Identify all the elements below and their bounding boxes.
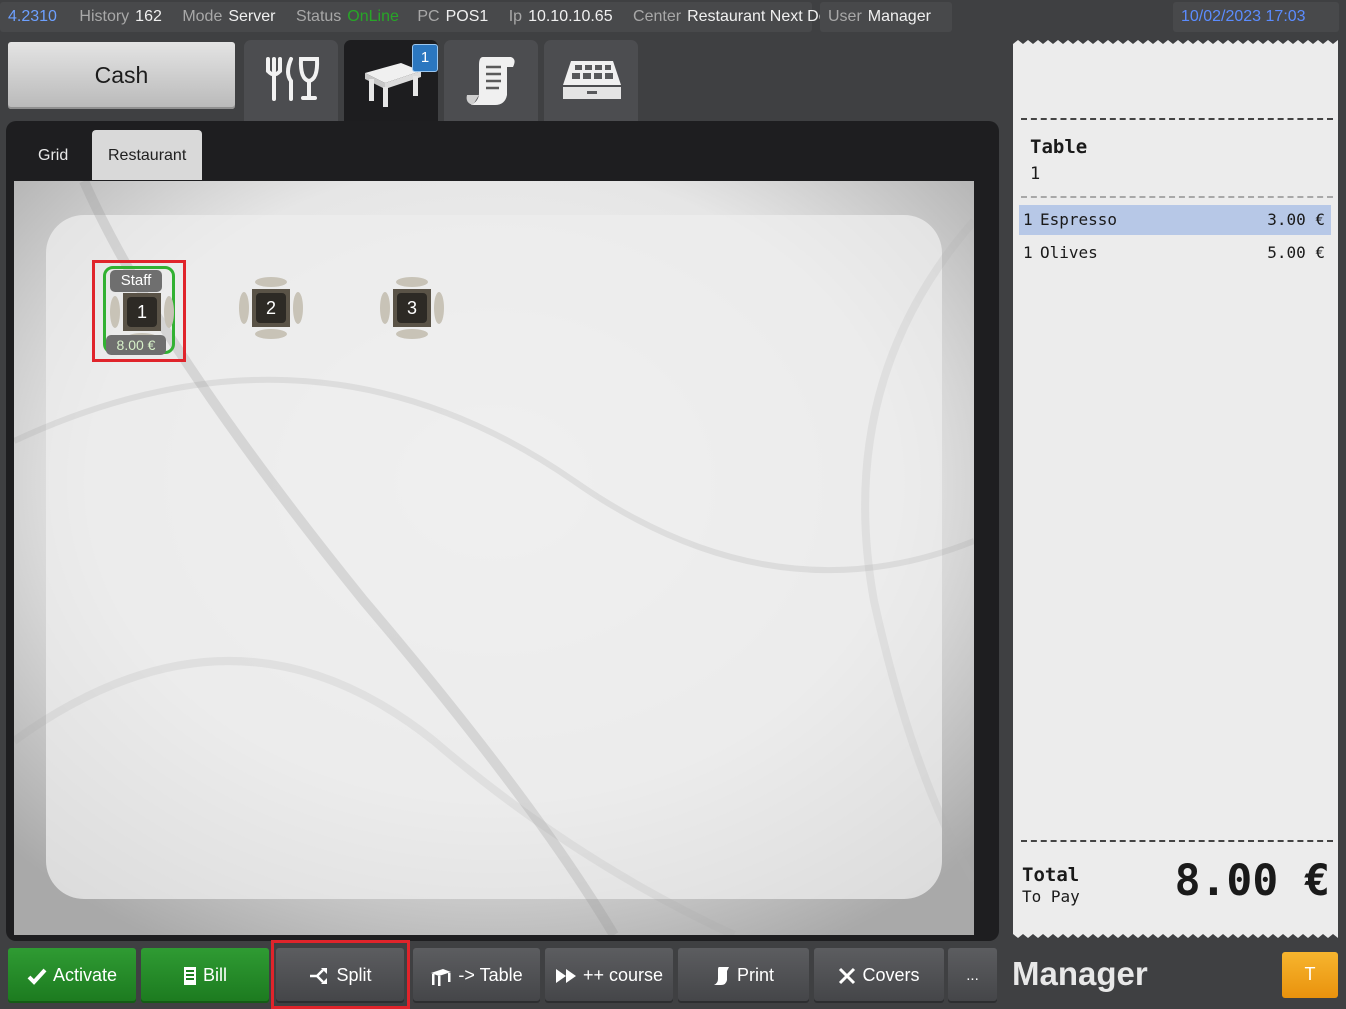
ip-value: 10.10.10.65 <box>528 8 613 25</box>
floor-plan-panel: Grid Restaurant 1 Staff 8.00 € 2 3 <box>6 121 999 941</box>
user-label: User <box>828 8 862 25</box>
item-price: 3.00 € <box>1267 210 1325 229</box>
move-to-table-button[interactable]: -> Table <box>413 948 540 1003</box>
tab-receipts[interactable] <box>444 40 538 122</box>
next-course-button[interactable]: ++ course <box>545 948 673 1003</box>
cash-register-icon <box>563 61 621 99</box>
receipt-scroll-icon <box>466 57 515 105</box>
covers-button[interactable]: Covers <box>814 948 944 1003</box>
history-label: History <box>79 8 130 25</box>
history-value: 162 <box>135 8 162 25</box>
print-label: Print <box>736 965 774 985</box>
receipt-line-item[interactable]: 1 Olives 5.00 € <box>1019 238 1331 268</box>
receipt-divider <box>1021 118 1333 120</box>
move-to-table-label: -> Table <box>458 965 523 985</box>
receipt-top-edge <box>1013 40 1338 48</box>
t-button[interactable]: T <box>1282 952 1338 998</box>
mode-value: Server <box>228 8 276 25</box>
cutlery-glass-icon <box>266 57 320 101</box>
status-user-segment: User Manager <box>820 2 952 32</box>
status-bar: 4.2310 History 162 Mode Server Status OnLin… <box>0 0 1346 36</box>
close-x-icon <box>839 967 856 984</box>
activate-button[interactable]: Activate <box>8 948 136 1003</box>
print-button[interactable]: Print <box>678 948 809 1003</box>
current-user-name: Manager <box>1012 955 1148 992</box>
table-3[interactable]: 3 <box>380 276 444 340</box>
receipt-line-item[interactable]: 1 Espresso 3.00 € <box>1019 205 1331 235</box>
status-label: Status <box>295 8 342 25</box>
status-info-segment: 4.2310 History 162 Mode Server Status OnLin… <box>0 2 842 32</box>
more-button[interactable]: ... <box>948 948 997 1003</box>
bill-button[interactable]: Bill <box>141 948 269 1003</box>
bill-label: Bill <box>202 965 227 985</box>
table-number: 2 <box>265 298 276 318</box>
receipt-bottom-edge <box>1013 930 1338 938</box>
table-1-highlight: 1 Staff 8.00 € <box>92 260 186 362</box>
pc-value: POS1 <box>445 8 489 25</box>
center-label: Center <box>633 8 682 25</box>
table-number: 1 <box>136 302 147 322</box>
tab-tables[interactable]: 1 <box>344 40 438 122</box>
total-label: Total <box>1022 864 1080 886</box>
tab-restaurant[interactable]: Restaurant <box>92 130 203 180</box>
covers-label: Covers <box>862 965 920 985</box>
split-button-highlight <box>271 940 410 1009</box>
item-price: 5.00 € <box>1267 243 1325 262</box>
checkmark-icon <box>27 968 47 985</box>
to-pay-label: To Pay <box>1022 887 1080 906</box>
center-value: Restaurant Next Door <box>687 8 842 25</box>
table-1-amount: 8.00 € <box>106 335 166 355</box>
tab-menu[interactable] <box>244 40 338 122</box>
total-amount: 8.00 € <box>1174 856 1330 906</box>
receipt-panel: Table 1 1 Espresso 3.00 € 1 Olives 5.00 … <box>1013 40 1338 938</box>
ip-label: Ip <box>508 8 523 25</box>
receipt-table-number: 1 <box>1030 164 1041 184</box>
fast-forward-icon <box>555 968 576 983</box>
cash-button[interactable]: Cash <box>8 42 235 109</box>
item-qty: 1 <box>1023 243 1033 262</box>
tab-cash-drawer[interactable] <box>544 40 638 122</box>
receipt-title: Table <box>1030 136 1088 158</box>
table-1-staff-tag: Staff <box>110 270 162 292</box>
receipt-divider <box>1021 840 1333 842</box>
receipt-divider <box>1021 196 1333 198</box>
table-2[interactable]: 2 <box>239 276 303 340</box>
table-move-icon <box>431 968 452 986</box>
open-tables-badge: 1 <box>412 44 438 72</box>
user-value: Manager <box>867 8 931 25</box>
activate-label: Activate <box>52 965 118 985</box>
next-course-label: ++ course <box>582 965 664 985</box>
mode-label: Mode <box>182 8 223 25</box>
status-value: OnLine <box>347 8 399 25</box>
receipt-print-icon <box>713 966 729 985</box>
bill-icon <box>183 966 196 985</box>
item-name: Espresso <box>1040 210 1118 229</box>
table-number: 3 <box>406 298 417 318</box>
item-name: Olives <box>1040 243 1098 262</box>
pc-label: PC <box>417 8 440 25</box>
app-version: 4.2310 <box>8 8 57 25</box>
item-qty: 1 <box>1023 210 1033 229</box>
datetime: 10/02/2023 17:03 <box>1173 2 1339 32</box>
tab-grid[interactable]: Grid <box>22 130 84 180</box>
